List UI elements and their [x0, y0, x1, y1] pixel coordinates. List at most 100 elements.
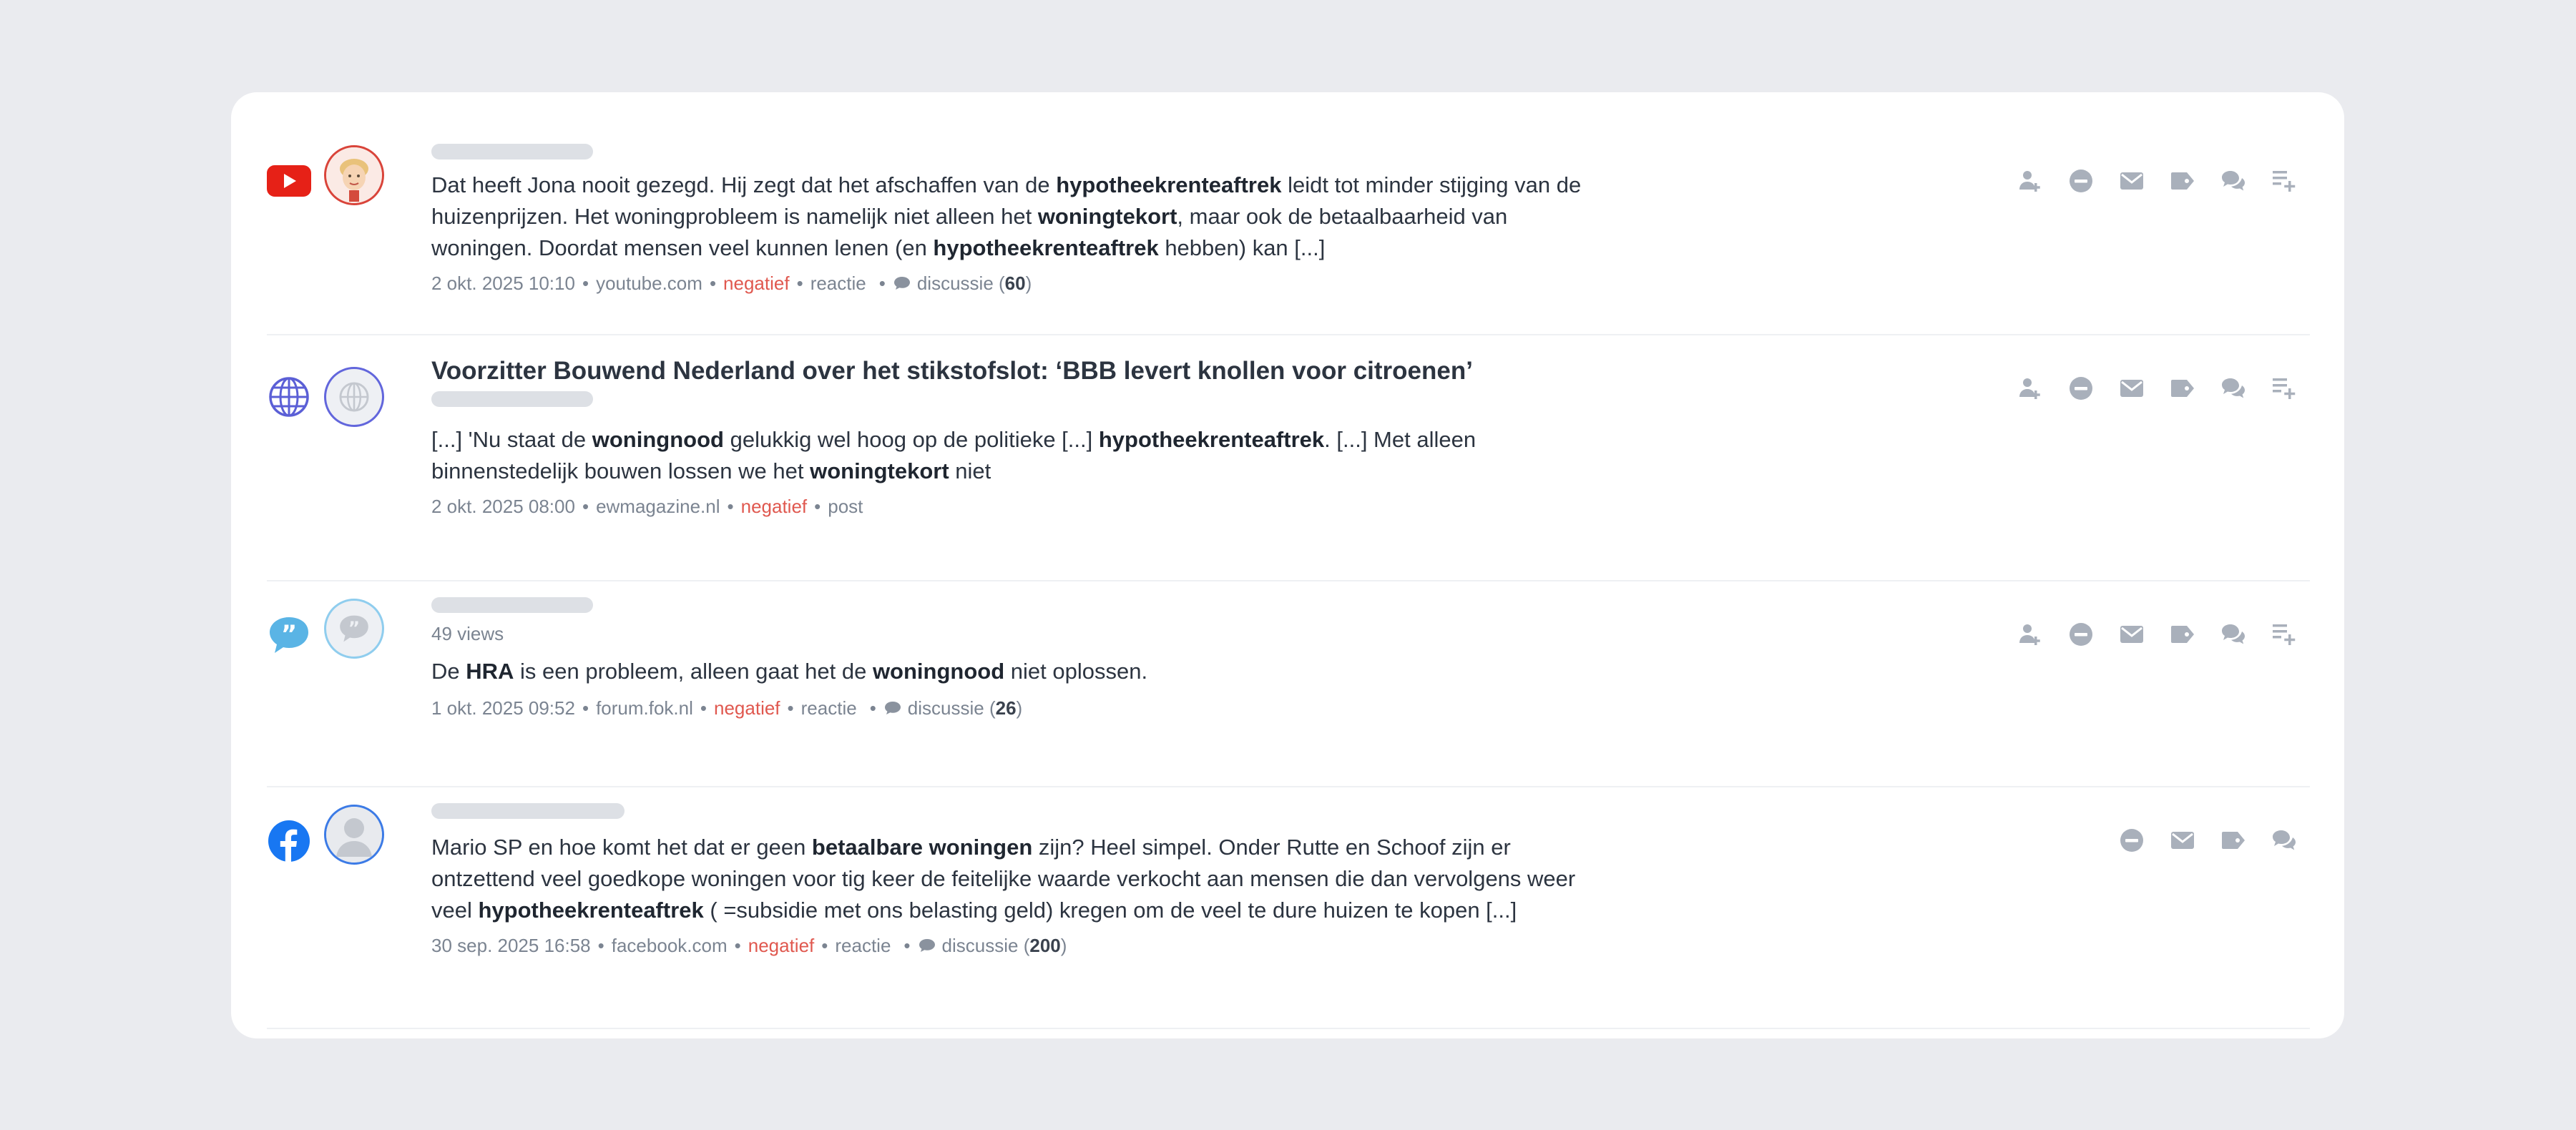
mail-button[interactable]: [2119, 168, 2145, 194]
add-to-list-button[interactable]: [2271, 168, 2297, 194]
sentiment-label[interactable]: negatief: [714, 696, 780, 720]
text-segment: niet oplossen.: [1004, 659, 1148, 684]
mention-domain[interactable]: facebook.com: [612, 933, 728, 958]
mute-button[interactable]: [2068, 375, 2094, 401]
chat-button[interactable]: [2220, 375, 2246, 401]
author-name-placeholder[interactable]: [431, 391, 593, 407]
mention-actions: [2017, 622, 2297, 647]
mention-text: De HRA is een probleem, alleen gaat het …: [431, 656, 1605, 687]
tag-button[interactable]: [2170, 375, 2195, 401]
tag-button[interactable]: [2170, 168, 2195, 194]
mention-actions: [2017, 168, 2297, 194]
add-author-button[interactable]: [2017, 622, 2043, 647]
mention-item[interactable]: ” ” 49 views De HRA is een probleem, all…: [267, 581, 2310, 787]
tag-icon: [2170, 172, 2195, 190]
mail-button[interactable]: [2119, 375, 2145, 401]
tag-button[interactable]: [2220, 827, 2246, 853]
text-segment: De: [431, 659, 466, 684]
chat-icon: [2271, 829, 2297, 852]
text-segment: [...] 'Nu staat de: [431, 427, 592, 452]
add-to-list-button[interactable]: [2271, 622, 2297, 647]
discussion-link[interactable]: discussie (200): [942, 933, 1067, 958]
youtube-icon: [267, 159, 311, 203]
person-avatar[interactable]: [324, 805, 384, 865]
mail-icon: [2120, 172, 2144, 190]
view-count: 49 views: [431, 623, 504, 644]
mention-text: Mario SP en hoe komt het dat er geen bet…: [431, 832, 1605, 926]
mention-domain[interactable]: youtube.com: [596, 271, 702, 295]
mention-domain[interactable]: forum.fok.nl: [596, 696, 693, 720]
discussion-icon: [883, 700, 902, 716]
svg-text:”: ”: [348, 617, 360, 638]
tag-button[interactable]: [2170, 622, 2195, 647]
facebook-icon: [267, 819, 311, 863]
mention-actions: [2119, 827, 2297, 853]
globe-icon: [267, 375, 311, 419]
text-segment: Dat heeft Jona nooit gezegd. Hij zegt da…: [431, 172, 1057, 197]
text-segment: is een probleem, alleen gaat het de: [514, 659, 873, 684]
add-to-list-icon: [2272, 377, 2296, 400]
mention-title[interactable]: Voorzitter Bouwend Nederland over het st…: [431, 355, 1605, 387]
sentiment-label[interactable]: negatief: [723, 271, 790, 295]
discussion-link[interactable]: discussie (60): [917, 271, 1032, 295]
mention-meta: 2 okt. 2025 10:10 • youtube.com • negati…: [431, 271, 1032, 295]
add-author-button[interactable]: [2017, 375, 2043, 401]
text-segment: gelukkig wel hoog op de politieke [...]: [723, 427, 1099, 452]
chat-button[interactable]: [2220, 622, 2246, 647]
mention-meta: 1 okt. 2025 09:52 • forum.fok.nl • negat…: [431, 696, 1023, 720]
mention-type: post: [828, 496, 863, 517]
chat-icon: [2220, 623, 2246, 646]
quote-bubble-icon: ”: [267, 613, 311, 657]
chat-icon: [2220, 377, 2246, 400]
mention-date: 2 okt. 2025 10:10: [431, 272, 575, 294]
add-author-icon: [2018, 170, 2042, 192]
mute-button[interactable]: [2119, 827, 2145, 853]
tag-icon: [2220, 831, 2246, 850]
keyword-highlight: woningnood: [872, 659, 1005, 684]
mail-icon: [2120, 625, 2144, 644]
mention-item[interactable]: Voorzitter Bouwend Nederland over het st…: [267, 335, 2310, 581]
mention-item[interactable]: Mario SP en hoe komt het dat er geen bet…: [267, 787, 2310, 1029]
discussion-link[interactable]: discussie (26): [908, 696, 1022, 720]
cartoon-avatar[interactable]: [324, 145, 384, 205]
forum-avatar[interactable]: ”: [324, 599, 384, 659]
globe-avatar[interactable]: [324, 367, 384, 427]
mention-text: Dat heeft Jona nooit gezegd. Hij zegt da…: [431, 170, 1605, 264]
discussion-icon: [918, 938, 936, 953]
mention-domain[interactable]: ewmagazine.nl: [596, 494, 720, 519]
mention-date: 30 sep. 2025 16:58: [431, 935, 591, 956]
mention-type: reactie: [810, 272, 866, 294]
mail-button[interactable]: [2119, 622, 2145, 647]
text-segment: Mario SP en hoe komt het dat er geen: [431, 835, 812, 860]
mention-actions: [2017, 375, 2297, 401]
author-name-placeholder[interactable]: [431, 597, 593, 613]
svg-text:”: ”: [281, 620, 297, 649]
mention-text: [...] 'Nu staat de woningnood gelukkig w…: [431, 424, 1605, 487]
add-author-button[interactable]: [2017, 168, 2043, 194]
keyword-highlight: hypotheekrenteaftrek: [1056, 172, 1282, 197]
author-name-placeholder[interactable]: [431, 144, 593, 159]
mail-button[interactable]: [2170, 827, 2195, 853]
keyword-highlight: hypotheekrenteaftrek: [1098, 427, 1325, 452]
add-to-list-button[interactable]: [2271, 375, 2297, 401]
mute-icon: [2069, 169, 2093, 193]
sentiment-label[interactable]: negatief: [741, 494, 808, 519]
mention-meta: 2 okt. 2025 08:00 • ewmagazine.nl • nega…: [431, 494, 863, 519]
mute-icon: [2120, 828, 2144, 853]
chat-button[interactable]: [2220, 168, 2246, 194]
chat-button[interactable]: [2271, 827, 2297, 853]
text-segment: hebben) kan [...]: [1158, 235, 1326, 260]
mention-type: reactie: [835, 935, 891, 956]
text-segment: niet: [949, 458, 991, 483]
add-to-list-icon: [2272, 623, 2296, 646]
mention-item[interactable]: Dat heeft Jona nooit gezegd. Hij zegt da…: [267, 128, 2310, 335]
sentiment-label[interactable]: negatief: [748, 933, 815, 958]
mentions-card: Dat heeft Jona nooit gezegd. Hij zegt da…: [231, 92, 2344, 1038]
author-name-placeholder[interactable]: [431, 803, 625, 819]
mute-button[interactable]: [2068, 622, 2094, 647]
mute-button[interactable]: [2068, 168, 2094, 194]
keyword-highlight: woningtekort: [810, 458, 949, 483]
mention-meta: 30 sep. 2025 16:58 • facebook.com • nega…: [431, 933, 1067, 958]
tag-icon: [2170, 379, 2195, 398]
mention-type: reactie: [800, 697, 857, 719]
